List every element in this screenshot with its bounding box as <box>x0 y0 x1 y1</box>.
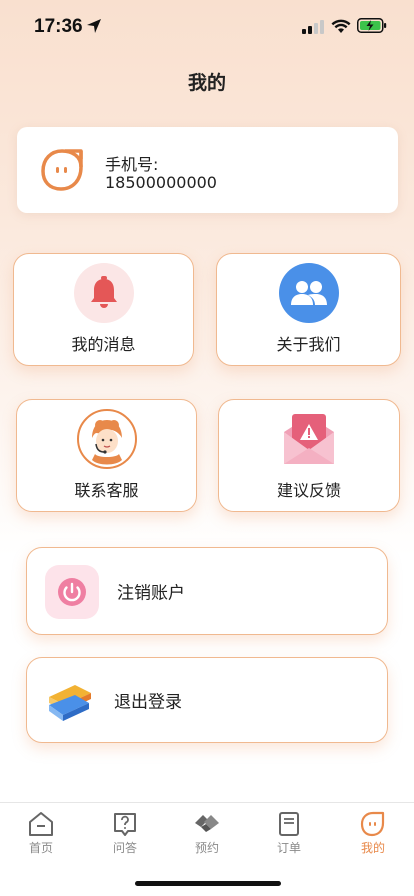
status-bar: 17:36 <box>0 0 414 50</box>
tab-home[interactable]: 首页 <box>11 811 71 856</box>
tab-mine-label: 我的 <box>360 841 385 855</box>
wifi-icon <box>331 19 351 33</box>
handshake-icon <box>195 815 219 832</box>
avatar-icon <box>41 149 83 191</box>
tab-mine[interactable]: 我的 <box>343 811 403 856</box>
tab-booking[interactable]: 预约 <box>177 811 237 856</box>
logout-label: 退出登录 <box>114 692 182 713</box>
feedback-tile[interactable]: 建议反馈 <box>218 399 400 512</box>
bell-icon <box>73 263 134 323</box>
home-indicator <box>135 881 281 886</box>
users-icon <box>278 263 339 323</box>
tab-qa-label: 问答 <box>112 841 137 855</box>
my-messages-tile[interactable]: 我的消息 <box>13 253 194 366</box>
phone-label: 手机号: <box>105 155 159 174</box>
my-messages-label: 我的消息 <box>71 335 136 354</box>
about-us-label: 关于我们 <box>276 335 341 354</box>
customer-service-icon <box>76 409 137 469</box>
tab-home-label: 首页 <box>28 841 53 855</box>
cancel-account-label: 注销账户 <box>117 583 185 604</box>
tab-qa[interactable]: 问答 <box>95 811 155 856</box>
battery-charging-icon <box>357 18 387 33</box>
home-icon <box>29 812 53 836</box>
profile-card[interactable]: 手机号: 18500000000 <box>17 127 398 213</box>
customer-service-tile[interactable]: 联系客服 <box>16 399 197 512</box>
tab-orders[interactable]: 订单 <box>259 811 319 856</box>
screen: 17:36 我的 手机号: 18500000000 我的消息 关于我们 联系客服… <box>0 0 414 896</box>
power-off-icon <box>45 565 99 619</box>
feedback-label: 建议反馈 <box>276 481 341 500</box>
about-us-tile[interactable]: 关于我们 <box>216 253 401 366</box>
feedback-mail-icon <box>284 414 334 464</box>
profile-icon <box>360 811 385 837</box>
logout-button[interactable]: 退出登录 <box>26 657 388 743</box>
order-icon <box>279 812 299 836</box>
location-arrow-icon <box>87 19 101 33</box>
cellular-signal-icon <box>302 20 324 34</box>
question-icon <box>114 813 136 836</box>
tab-booking-label: 预约 <box>194 841 219 855</box>
cancel-account-button[interactable]: 注销账户 <box>26 547 388 635</box>
tab-orders-label: 订单 <box>276 841 301 855</box>
status-time: 17:36 <box>34 16 83 37</box>
phone-number: 18500000000 <box>105 173 217 192</box>
page-title: 我的 <box>187 72 226 94</box>
logout-icon <box>49 685 91 721</box>
customer-service-label: 联系客服 <box>74 481 139 500</box>
